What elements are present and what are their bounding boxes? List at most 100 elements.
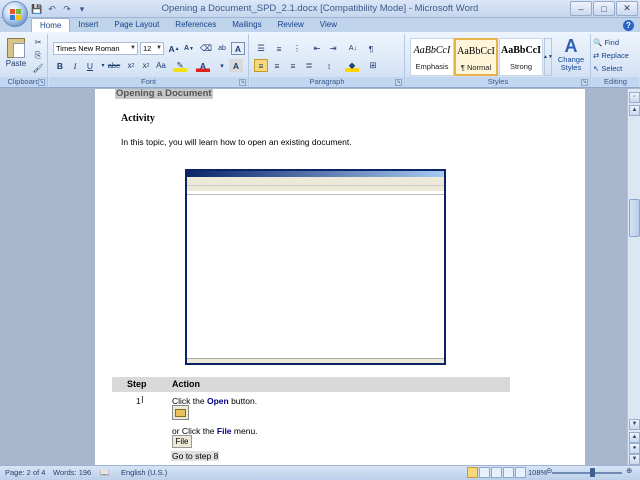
style-sample: AaBbCcI [413, 45, 451, 56]
button-text: button. [228, 396, 258, 406]
character-border-icon[interactable]: A [231, 42, 245, 55]
vertical-scrollbar[interactable]: ▫ ▲ ▼ ▲ ● ▼ [627, 89, 640, 465]
word-count[interactable]: Words: 196 [53, 468, 91, 477]
subscript-icon[interactable]: x2 [124, 59, 138, 72]
strikethrough-icon[interactable]: abe [107, 59, 121, 72]
proofing-icon[interactable]: 📖 [100, 468, 109, 477]
scroll-thumb[interactable] [629, 199, 640, 237]
next-page-icon[interactable]: ▼ [629, 454, 640, 465]
grow-font-icon[interactable]: A ▲ [167, 42, 181, 55]
file-keyword: File [216, 426, 232, 436]
decrease-indent-icon[interactable]: ⇤ [310, 42, 324, 55]
increase-indent-icon[interactable]: ⇥ [326, 42, 340, 55]
paste-icon [7, 38, 25, 58]
clear-formatting-icon[interactable]: ⌫ [199, 42, 213, 55]
document-page[interactable]: Opening a Document Activity In this topi… [95, 89, 585, 465]
zoom-slider-knob[interactable] [590, 468, 595, 477]
italic-icon[interactable]: I [68, 59, 82, 72]
font-name-combo[interactable]: Times New Roman ▼ [53, 42, 138, 55]
numbering-icon[interactable]: ≡ [272, 42, 286, 55]
view-buttons [467, 467, 526, 478]
tab-home[interactable]: Home [31, 18, 71, 32]
close-button[interactable]: ✕ [616, 1, 638, 16]
ribbon-tabs: Home Insert Page Layout References Maili… [31, 18, 345, 32]
multilevel-list-icon[interactable]: ⋮ [290, 42, 304, 55]
styles-launcher[interactable]: ↘ [581, 79, 588, 86]
draft-icon[interactable] [515, 467, 526, 478]
tab-page-layout[interactable]: Page Layout [106, 18, 167, 32]
borders-icon[interactable]: ⊞ [366, 59, 380, 72]
center-icon[interactable]: ≡ [270, 59, 284, 72]
select-button[interactable]: ↖ Select [593, 64, 622, 73]
font-name-value: Times New Roman [56, 44, 120, 53]
find-button[interactable]: 🔍 Find [593, 38, 619, 47]
bullets-icon[interactable]: ☰ [254, 42, 268, 55]
clipboard-launcher[interactable]: ↘ [38, 79, 45, 86]
font-color-icon[interactable]: A [196, 59, 210, 72]
paste-button[interactable]: Paste [4, 36, 28, 76]
style-name: ¶ Normal [460, 63, 492, 72]
character-shading-icon[interactable]: A [229, 59, 243, 72]
previous-page-icon[interactable]: ▲ [629, 432, 640, 443]
scroll-up-icon[interactable]: ▲ [629, 105, 640, 116]
zoom-in-icon[interactable]: ⊕ [626, 466, 632, 475]
superscript-icon[interactable]: x2 [139, 59, 153, 72]
show-formatting-icon[interactable]: ¶ [364, 42, 378, 55]
format-painter-icon[interactable]: 🖌 [31, 62, 45, 75]
style-strong[interactable]: AaBbCcI Strong [499, 38, 543, 76]
activity-heading: Activity [121, 113, 155, 124]
language-indicator[interactable]: English (U.S.) [121, 468, 167, 477]
replace-button[interactable]: ⇄ Replace [593, 51, 629, 60]
change-case-icon[interactable]: Aa [154, 59, 168, 72]
intro-text: In this topic, you will learn how to ope… [121, 137, 352, 147]
tab-view[interactable]: View [312, 18, 345, 32]
align-right-icon[interactable]: ≡ [286, 59, 300, 72]
tab-insert[interactable]: Insert [70, 18, 106, 32]
document-area: Opening a Document Activity In this topi… [0, 89, 627, 465]
change-styles-icon: A [564, 36, 578, 56]
web-layout-icon[interactable] [491, 467, 502, 478]
scroll-down-icon[interactable]: ▼ [629, 419, 640, 430]
phonetic-guide-icon[interactable]: ab [215, 42, 229, 55]
shading-icon[interactable]: ◆ [345, 59, 359, 72]
page-count[interactable]: Page: 2 of 4 [5, 468, 45, 477]
style-normal[interactable]: AaBbCcI ¶ Normal [454, 38, 498, 76]
table-header: Step Action [112, 377, 510, 392]
highlight-icon[interactable]: ✎ [173, 59, 187, 72]
font-group: Times New Roman ▼ 12 ▼ A ▲ A ▼ ⌫ ab A B I … [49, 34, 249, 87]
cut-icon[interactable]: ✂ [31, 36, 45, 49]
font-size-combo[interactable]: 12 ▼ [140, 42, 164, 55]
font-launcher[interactable]: ↘ [239, 79, 246, 86]
help-icon[interactable]: ? [623, 20, 634, 31]
align-left-icon[interactable]: ≡ [254, 59, 268, 72]
editing-label: Editing [592, 77, 639, 87]
print-layout-icon[interactable] [467, 467, 478, 478]
line-spacing-icon[interactable]: ↕ [322, 59, 336, 72]
font-size-value: 12 [143, 44, 152, 53]
copy-icon[interactable]: ⎘ [31, 49, 45, 62]
file-menu-image: File [172, 435, 192, 448]
office-button[interactable] [2, 1, 28, 27]
justify-icon[interactable]: ≣ [302, 59, 316, 72]
outline-icon[interactable] [503, 467, 514, 478]
ruler-toggle-icon[interactable]: ▫ [629, 92, 640, 103]
change-styles-button[interactable]: A Change Styles [554, 36, 588, 72]
maximize-button[interactable]: □ [593, 1, 615, 16]
style-emphasis[interactable]: AaBbCcI Emphasis [410, 38, 454, 76]
styles-scroll-icon[interactable]: ▲▼ [543, 38, 553, 76]
tab-references[interactable]: References [167, 18, 224, 32]
font-color-options-icon[interactable]: ▾ [215, 59, 229, 72]
sort-icon[interactable]: A↓ [346, 42, 360, 55]
bold-icon[interactable]: B [53, 59, 67, 72]
zoom-level[interactable]: 108% [528, 468, 547, 477]
full-screen-reading-icon[interactable] [479, 467, 490, 478]
minimize-button[interactable]: – [570, 1, 592, 16]
styles-group: AaBbCcI Emphasis AaBbCcI ¶ Normal AaBbCc… [406, 34, 591, 87]
underline-icon[interactable]: U [83, 59, 97, 72]
paragraph-launcher[interactable]: ↘ [395, 79, 402, 86]
tab-mailings[interactable]: Mailings [224, 18, 269, 32]
tab-review[interactable]: Review [270, 18, 312, 32]
shrink-font-icon[interactable]: A ▼ [182, 42, 196, 55]
zoom-slider[interactable] [552, 472, 622, 474]
select-browse-object-icon[interactable]: ● [629, 443, 640, 454]
